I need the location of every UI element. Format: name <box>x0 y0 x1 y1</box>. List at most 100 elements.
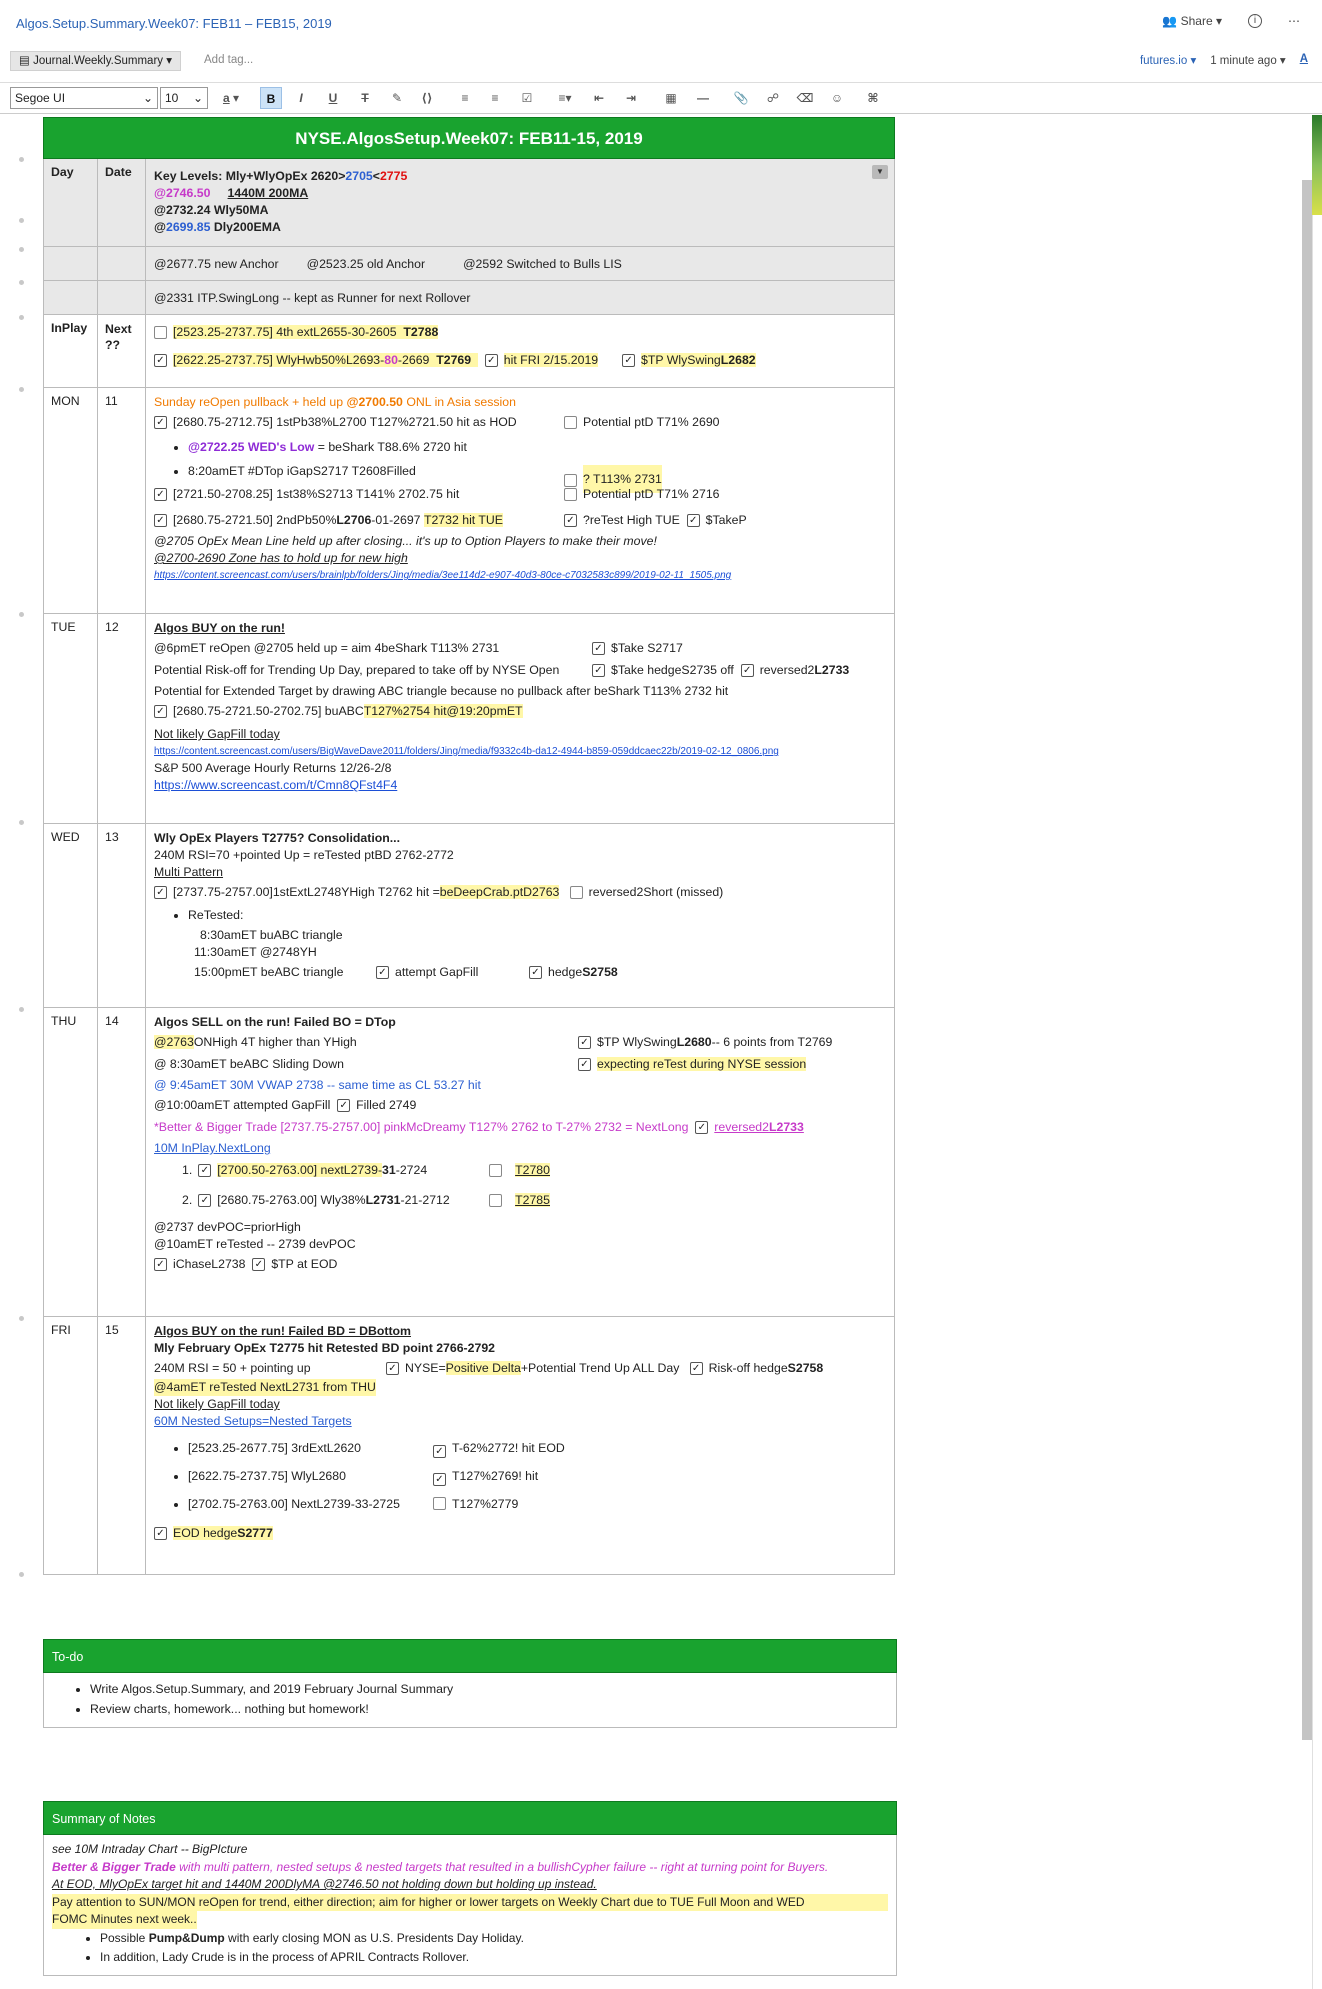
bold-icon[interactable]: B <box>260 87 282 109</box>
table-row: @2677.75 new Anchor @2523.25 old Anchor @2… <box>43 247 895 281</box>
underline-icon[interactable]: U <box>322 87 344 109</box>
formatting-toolbar: Segoe UI ⌄ 10 ⌄ a ▾ B I U T ✎ ⟨⟩ ≡ ≡ ☑ ≡▾ … <box>0 82 1322 114</box>
checkbox-checked[interactable]: ✓ <box>154 1526 167 1540</box>
checkbox-checked[interactable]: ✓ <box>578 1057 591 1071</box>
checkbox-checked[interactable]: ✓ <box>529 965 542 979</box>
summary-section: Summary of Notes see 10M Intraday Chart … <box>43 1801 897 1976</box>
checkbox[interactable] <box>489 1163 503 1177</box>
gutter-dot <box>19 1572 24 1577</box>
italic-icon[interactable]: I <box>290 87 312 109</box>
checkbox-checked[interactable]: ✓ <box>386 1361 399 1375</box>
outdent-icon[interactable]: ⇤ <box>588 87 610 109</box>
code-icon[interactable]: ⟨⟩ <box>416 87 438 109</box>
emoji-icon[interactable]: ☺ <box>826 87 848 109</box>
share-button[interactable]: 👥 Share ▾ <box>1162 14 1222 28</box>
font-size-select[interactable]: 10 ⌄ <box>160 87 208 109</box>
list-item: Possible Pump&Dump with early closing MO… <box>100 1929 888 1948</box>
edge-strip <box>1312 115 1322 215</box>
checkbox-checked[interactable]: ✓ <box>433 1445 446 1458</box>
checkbox-checked[interactable]: ✓ <box>592 641 605 655</box>
checkbox-checked[interactable]: ✓ <box>154 513 167 527</box>
gutter-dot <box>19 820 24 825</box>
saved-status[interactable]: 1 minute ago ▾ <box>1210 53 1285 67</box>
clear-format-icon[interactable]: ⌫ <box>794 87 816 109</box>
checkbox[interactable] <box>489 1193 503 1207</box>
checkbox-checked[interactable]: ✓ <box>154 353 167 367</box>
table-icon[interactable]: ▦ <box>660 87 682 109</box>
checkbox-checked[interactable]: ✓ <box>592 663 605 677</box>
date-header: Date <box>98 159 146 246</box>
checkbox-checked[interactable]: ✓ <box>252 1257 266 1271</box>
checkbox-checked[interactable]: ✓ <box>433 1473 446 1486</box>
more-options-icon[interactable]: ⋯ <box>1288 14 1300 28</box>
indent-icon[interactable]: ⇥ <box>620 87 642 109</box>
checkbox-checked[interactable]: ✓ <box>578 1035 591 1049</box>
checkbox-checked[interactable]: ✓ <box>686 513 700 527</box>
todo-section: To-do Write Algos.Setup.Summary, and 201… <box>43 1639 897 1728</box>
checkbox[interactable] <box>564 487 577 501</box>
strikethrough-icon[interactable]: T <box>354 87 376 109</box>
checkbox-checked[interactable]: ✓ <box>376 965 389 979</box>
checkbox-checked[interactable]: ✓ <box>154 704 167 718</box>
font-style-icon[interactable]: A <box>1300 53 1308 67</box>
gutter-dot <box>19 218 24 223</box>
list-item: In addition, Lady Crude is in the proces… <box>100 1948 888 1967</box>
checkbox-checked[interactable]: ✓ <box>564 513 577 527</box>
table-title: NYSE.AlgosSetup.Week07: FEB11-15, 2019 <box>43 117 895 159</box>
table-row: THU 14 Algos SELL on the run! Failed BO … <box>43 1008 895 1317</box>
link-icon[interactable]: ☍ <box>762 87 784 109</box>
checkbox-checked[interactable]: ✓ <box>740 663 754 677</box>
screencast-link[interactable]: https://content.screencast.com/users/bra… <box>154 567 886 584</box>
font-family-select[interactable]: Segoe UI ⌄ <box>10 87 158 109</box>
checkbox[interactable] <box>433 1497 446 1510</box>
checkbox-checked[interactable]: ✓ <box>154 487 167 501</box>
workspace-selector[interactable]: futures.io ▾ <box>1140 53 1196 67</box>
info-icon[interactable]: i <box>1248 14 1262 28</box>
gutter-dot <box>19 247 24 252</box>
table-row: TUE 12 Algos BUY on the run! @6pmET reOp… <box>43 614 895 824</box>
checkbox[interactable] <box>154 325 167 339</box>
title-bar: Algos.Setup.Summary.Week07: FEB11 – FEB1… <box>0 0 1322 48</box>
notebook-selector[interactable]: ▤ Journal.Weekly.Summary ▾ <box>10 51 181 71</box>
attachment-icon[interactable]: 📎 <box>730 87 752 109</box>
highlighter-icon[interactable]: ✎ <box>386 87 408 109</box>
day-header: Day <box>44 159 98 246</box>
scrollbar-thumb[interactable] <box>1302 180 1312 1740</box>
checkbox-checked[interactable]: ✓ <box>154 1257 167 1271</box>
horizontal-rule-icon[interactable]: — <box>692 87 714 109</box>
checkbox[interactable] <box>564 415 577 429</box>
checkbox-checked[interactable]: ✓ <box>198 1163 212 1177</box>
screencast-link[interactable]: https://www.screencast.com/t/Cmn8QFst4F4 <box>154 777 886 794</box>
dropdown-arrow-icon[interactable]: ▼ <box>872 165 888 179</box>
gutter-dot <box>19 612 24 617</box>
checkbox-checked[interactable]: ✓ <box>337 1098 351 1112</box>
checkbox-checked[interactable]: ✓ <box>695 1120 709 1134</box>
list-item: Write Algos.Setup.Summary, and 2019 Febr… <box>90 1679 888 1699</box>
table-row: MON 11 Sunday reOpen pullback + held up … <box>43 388 895 614</box>
gutter-dot <box>19 387 24 392</box>
checkbox-checked[interactable]: ✓ <box>154 885 167 899</box>
add-tag-field[interactable]: Add tag... <box>204 54 253 66</box>
chevron-down-icon: ⌄ <box>192 91 203 105</box>
checkbox-checked[interactable]: ✓ <box>154 415 167 429</box>
checkbox-checked[interactable]: ✓ <box>484 353 498 367</box>
checkbox-checked[interactable]: ✓ <box>622 353 636 367</box>
numbered-list-icon[interactable]: ≡ <box>484 87 506 109</box>
note-title[interactable]: Algos.Setup.Summary.Week07: FEB11 – FEB1… <box>16 16 332 31</box>
gutter-dot <box>19 280 24 285</box>
align-icon[interactable]: ≡▾ <box>550 87 580 109</box>
screencast-link[interactable]: https://content.screencast.com/users/Big… <box>154 743 886 760</box>
text-color-icon[interactable]: a ▾ <box>216 87 246 109</box>
bulleted-list-icon[interactable]: ≡ <box>454 87 476 109</box>
note-info-bar: ▤ Journal.Weekly.Summary ▾ Add tag... fu… <box>0 48 1322 76</box>
table-row: WED 13 Wly OpEx Players T2775? Consolida… <box>43 824 895 1008</box>
table-row: @2331 ITP.SwingLong -- kept as Runner fo… <box>43 281 895 315</box>
command-icon[interactable]: ⌘ <box>862 87 884 109</box>
checklist-icon[interactable]: ☑ <box>516 87 538 109</box>
checkbox-checked[interactable]: ✓ <box>198 1193 212 1207</box>
checkbox[interactable] <box>569 885 583 899</box>
table-row: FRI 15 Algos BUY on the run! Failed BD =… <box>43 1317 895 1575</box>
chevron-down-icon: ⌄ <box>142 91 153 105</box>
checkbox-checked[interactable]: ✓ <box>689 1361 703 1375</box>
notebook-icon: ▤ <box>19 55 30 67</box>
